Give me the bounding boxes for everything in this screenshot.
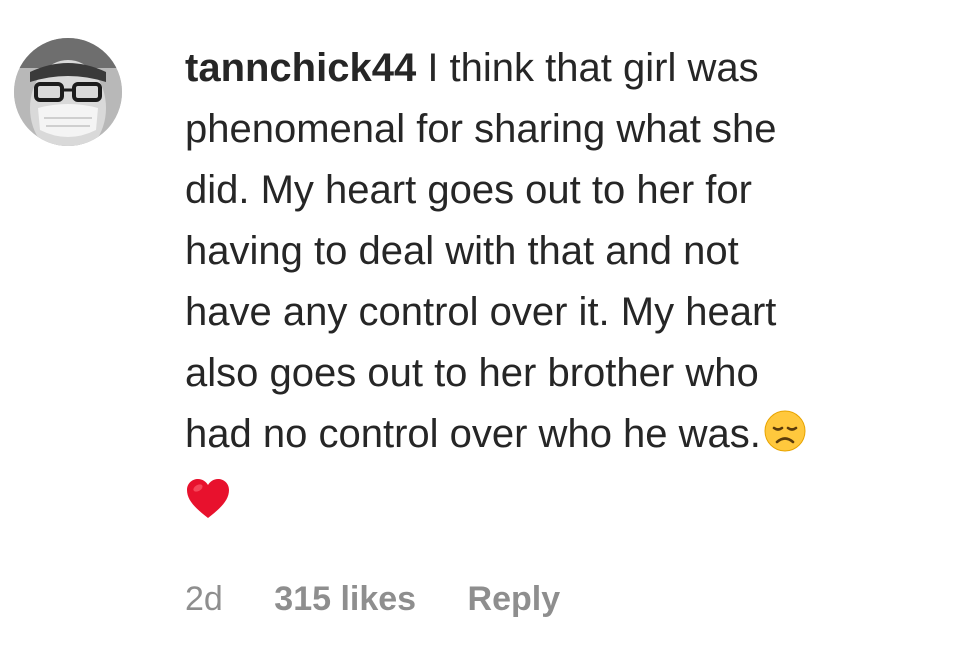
comment-text-2: phenomenal for sharing what she bbox=[185, 107, 777, 151]
comment-text-7: had no control over who he was. bbox=[185, 412, 761, 456]
username-link[interactable]: tannchick44 bbox=[185, 46, 416, 90]
comment-text-1: I think that girl was bbox=[416, 46, 759, 90]
reply-button[interactable]: Reply bbox=[468, 576, 561, 622]
comment-text-6: also goes out to her brother who bbox=[185, 351, 759, 395]
user-avatar-image bbox=[14, 38, 122, 146]
likes-count-button[interactable]: 315 likes bbox=[274, 576, 416, 622]
comment-text-5: have any control over it. My heart bbox=[185, 290, 777, 334]
timestamp: 2d bbox=[185, 580, 223, 618]
red-heart-icon bbox=[185, 477, 231, 538]
comment-text-3: did. My heart goes out to her for bbox=[185, 168, 752, 212]
comment: tannchick44 I think that girl was phenom… bbox=[0, 0, 980, 650]
comment-line-7: had no control over who he was. bbox=[185, 404, 955, 471]
disappointed-face-icon bbox=[763, 409, 807, 471]
avatar[interactable] bbox=[14, 38, 122, 146]
comment-line-1: tannchick44 I think that girl was bbox=[185, 38, 955, 99]
comment-text-4: having to deal with that and not bbox=[185, 229, 739, 273]
comment-meta: 2d 315 likes Reply bbox=[185, 576, 560, 622]
comment-body: tannchick44 I think that girl was phenom… bbox=[185, 38, 955, 538]
comment-line-8 bbox=[185, 471, 955, 538]
